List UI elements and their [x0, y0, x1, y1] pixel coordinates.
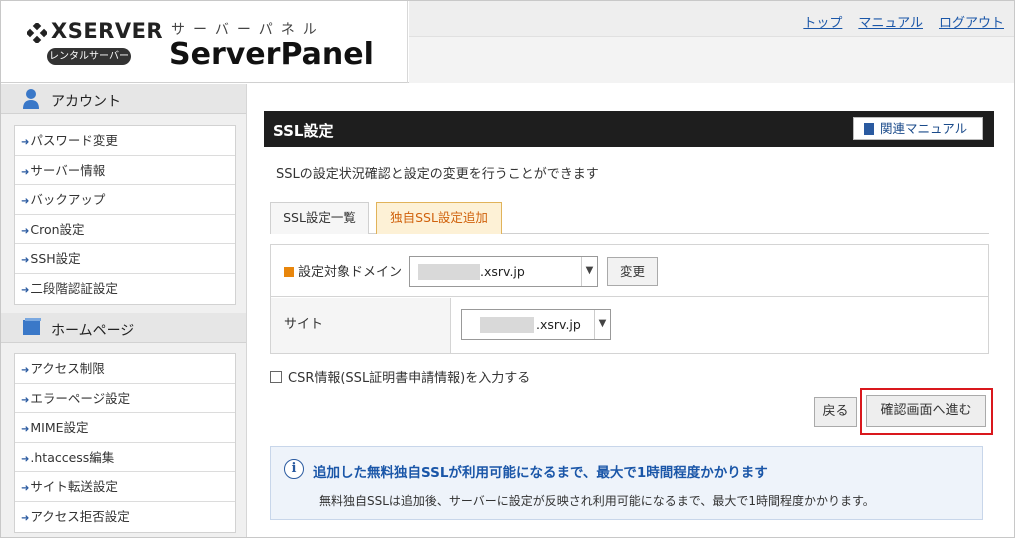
sidebar-item-error-page[interactable]: ➜エラーページ設定 [15, 384, 235, 414]
arrow-icon: ➜ [21, 255, 30, 267]
product-name: ServerPanel [169, 37, 374, 72]
site-label: サイト [271, 298, 451, 353]
domain-select[interactable]: .xsrv.jp ▼ [409, 256, 598, 287]
info-icon: i [284, 459, 304, 479]
homepage-menu: ➜アクセス制限 ➜エラーページ設定 ➜MIME設定 ➜.htaccess編集 ➜… [14, 353, 236, 533]
confirm-button[interactable]: 確認画面へ進む [866, 395, 986, 427]
header-right: トップ マニュアル ログアウト [409, 1, 1014, 83]
logout-link[interactable]: ログアウト [939, 12, 1004, 31]
sidebar-item-site-redirect[interactable]: ➜サイト転送設定 [15, 472, 235, 502]
redacted-text [418, 264, 480, 280]
chevron-down-icon: ▼ [581, 257, 597, 286]
related-manual-button[interactable]: 関連マニュアル [853, 117, 983, 140]
back-button[interactable]: 戻る [814, 397, 857, 427]
top-links: トップ マニュアル ログアウト [803, 12, 1004, 31]
main-content: SSL設定 関連マニュアル SSLの設定状況確認と設定の変更を行うことができます… [248, 84, 1014, 537]
csr-option[interactable]: CSR情報(SSL証明書申請情報)を入力する [270, 367, 530, 386]
sidebar-item-access-deny[interactable]: ➜アクセス拒否設定 [15, 502, 235, 532]
csr-checkbox[interactable] [270, 371, 282, 383]
domain-label: 設定対象ドメイン [284, 261, 402, 280]
arrow-icon: ➜ [21, 512, 30, 524]
sidebar-item-backup[interactable]: ➜バックアップ [15, 185, 235, 215]
ssl-form: 設定対象ドメイン .xsrv.jp ▼ 変更 サイト .xsrv.jp ▼ [270, 244, 989, 354]
arrow-icon: ➜ [21, 284, 30, 296]
logo-area[interactable]: XSERVER レンタルサーバー サーバーパネル ServerPanel [1, 1, 408, 83]
domain-row: 設定対象ドメイン .xsrv.jp ▼ 変更 [271, 245, 988, 297]
brand-subtitle-badge: レンタルサーバー [47, 48, 131, 65]
arrow-icon: ➜ [21, 424, 30, 436]
sidebar-item-ssh[interactable]: ➜SSH設定 [15, 244, 235, 274]
tab-bar: SSL設定一覧 独自SSL設定追加 [270, 202, 989, 234]
chevron-down-icon: ▼ [594, 310, 610, 339]
product-kana: サーバーパネル [171, 22, 325, 38]
arrow-icon: ➜ [21, 394, 30, 406]
orange-square-icon [284, 267, 294, 277]
brand-name: XSERVER [51, 19, 164, 43]
sidebar-item-htaccess[interactable]: ➜.htaccess編集 [15, 443, 235, 473]
homepage-section-title: ホームページ [51, 323, 135, 339]
info-heading: 追加した無料独自SSLが利用可能になるまで、最大で1時間程度かかります [313, 465, 768, 481]
xserver-logo-icon [27, 23, 47, 43]
page-title-bar: SSL設定 関連マニュアル [264, 111, 994, 147]
book-icon [864, 123, 874, 135]
homepage-icon [23, 318, 41, 335]
sidebar-item-password[interactable]: ➜パスワード変更 [15, 126, 235, 156]
top-link[interactable]: トップ [803, 12, 842, 31]
sidebar-item-server-info[interactable]: ➜サーバー情報 [15, 156, 235, 186]
account-section-title: アカウント [51, 94, 121, 110]
header-link-bar: トップ マニュアル ログアウト [409, 1, 1014, 37]
user-icon [23, 89, 39, 109]
site-row: サイト .xsrv.jp ▼ [271, 298, 988, 353]
account-menu: ➜パスワード変更 ➜サーバー情報 ➜バックアップ ➜Cron設定 ➜SSH設定 … [14, 125, 236, 305]
sidebar-item-access-restriction[interactable]: ➜アクセス制限 [15, 354, 235, 384]
header: XSERVER レンタルサーバー サーバーパネル ServerPanel トップ… [1, 1, 1014, 83]
arrow-icon: ➜ [21, 166, 30, 178]
csr-label: CSR情報(SSL証明書申請情報)を入力する [288, 371, 531, 386]
redacted-text [480, 317, 534, 333]
sidebar-item-mime[interactable]: ➜MIME設定 [15, 413, 235, 443]
server-panel-window: XSERVER レンタルサーバー サーバーパネル ServerPanel トップ… [0, 0, 1015, 538]
site-select[interactable]: .xsrv.jp ▼ [461, 309, 611, 340]
account-section-header[interactable]: アカウント [1, 84, 246, 114]
sidebar-item-2fa[interactable]: ➜二段階認証設定 [15, 274, 235, 304]
homepage-section-header[interactable]: ホームページ [1, 313, 246, 343]
tab-ssl-list[interactable]: SSL設定一覧 [270, 202, 369, 234]
info-body: 無料独自SSLは追加後、サーバーに設定が反映され利用可能になるまで、最大で1時間… [319, 494, 875, 508]
page-title: SSL設定 [273, 122, 334, 140]
change-button[interactable]: 変更 [607, 257, 658, 286]
arrow-icon: ➜ [21, 196, 30, 208]
page-description: SSLの設定状況確認と設定の変更を行うことができます [276, 167, 599, 182]
tab-add-ssl[interactable]: 独自SSL設定追加 [376, 202, 502, 234]
arrow-icon: ➜ [21, 137, 30, 148]
info-box: i 追加した無料独自SSLが利用可能になるまで、最大で1時間程度かかります 無料… [270, 446, 983, 520]
arrow-icon: ➜ [21, 453, 30, 465]
arrow-icon: ➜ [21, 225, 30, 237]
manual-link[interactable]: マニュアル [858, 12, 923, 31]
sidebar: アカウント ➜パスワード変更 ➜サーバー情報 ➜バックアップ ➜Cron設定 ➜… [1, 84, 247, 537]
sidebar-item-cron[interactable]: ➜Cron設定 [15, 215, 235, 245]
arrow-icon: ➜ [21, 365, 30, 376]
arrow-icon: ➜ [21, 483, 30, 495]
